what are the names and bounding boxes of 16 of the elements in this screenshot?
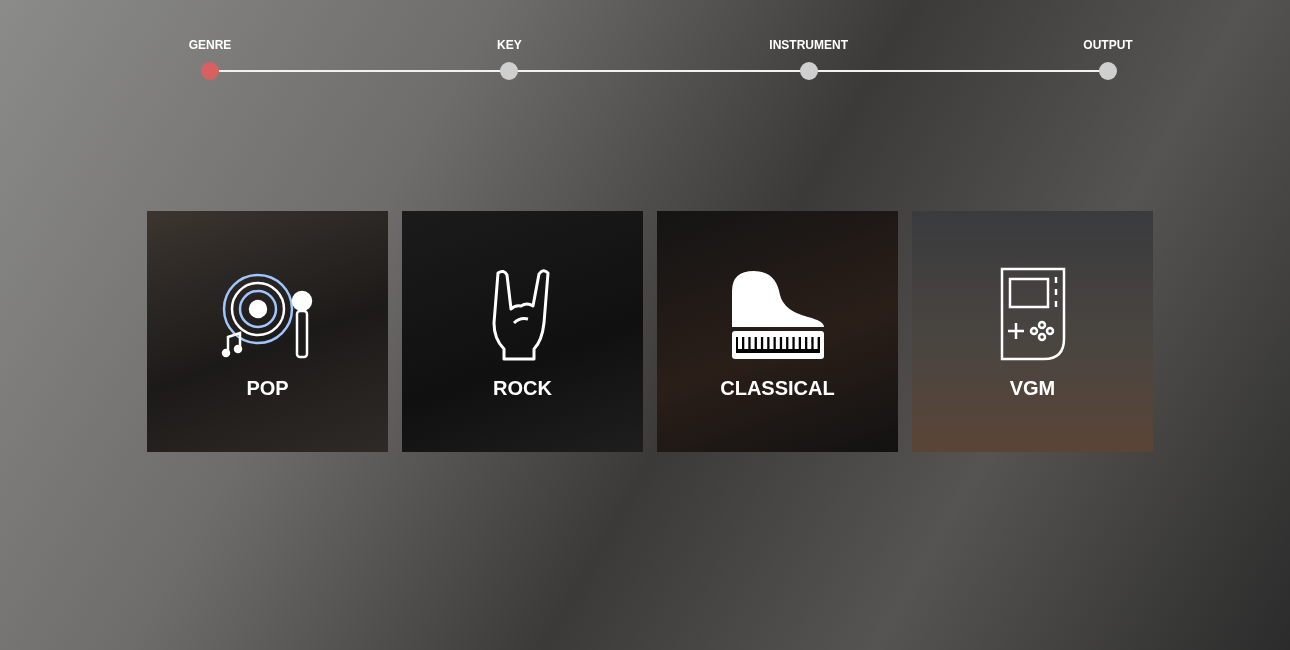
step-tab[interactable]: GENRE	[160, 38, 260, 80]
genre-card[interactable]: VGM	[912, 211, 1153, 452]
step-label: KEY	[497, 38, 522, 52]
step-label: INSTRUMENT	[769, 38, 848, 52]
step-tab[interactable]: KEY	[459, 38, 560, 80]
step-label: OUTPUT	[1083, 38, 1133, 52]
step-tab[interactable]: INSTRUMENT	[758, 38, 859, 80]
genre-label: ROCK	[493, 377, 552, 400]
genre-card[interactable]: POP	[147, 211, 388, 452]
genre-label: VGM	[1009, 377, 1056, 400]
step-label: GENRE	[188, 38, 232, 52]
step-tab[interactable]: OUTPUT	[1058, 38, 1158, 80]
genre-card[interactable]: CLASSICAL	[657, 211, 898, 452]
genre-card[interactable]: ROCK	[402, 211, 643, 452]
genre-label: POP	[246, 377, 289, 400]
genre-label: CLASSICAL	[720, 377, 835, 400]
